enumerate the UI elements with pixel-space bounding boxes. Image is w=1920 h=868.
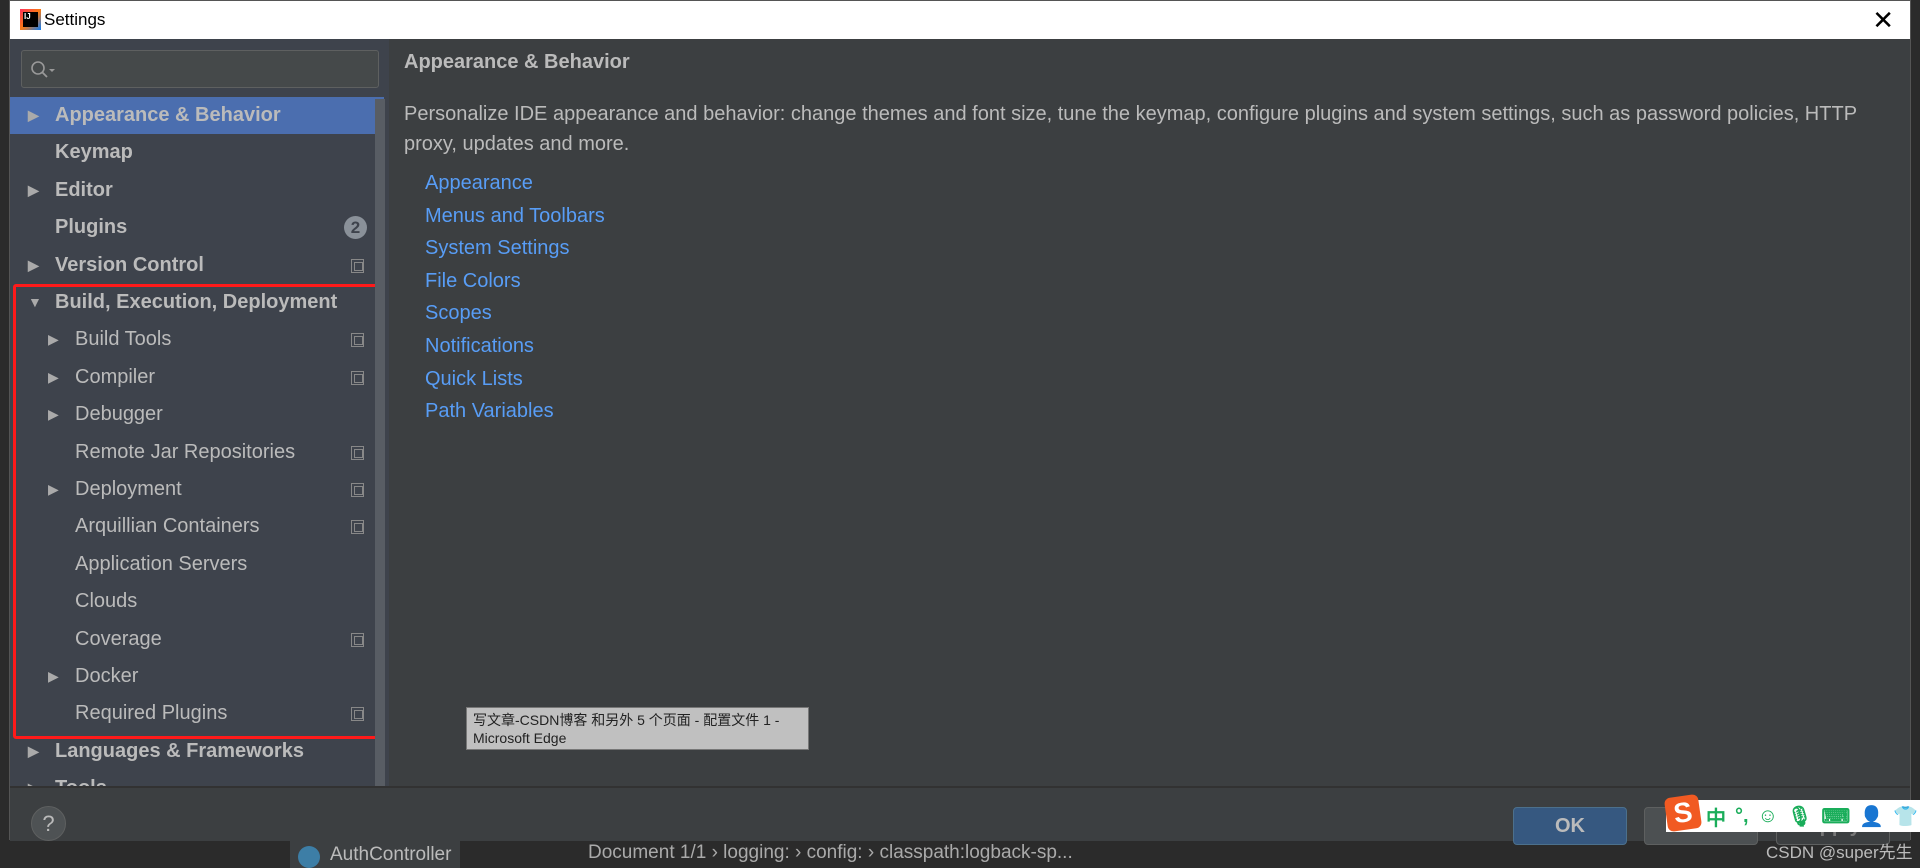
skin-icon[interactable]: 👕 (1893, 804, 1918, 829)
link-file-colors[interactable]: File Colors (425, 265, 605, 298)
editor-tab[interactable]: AuthController (290, 838, 460, 868)
class-icon (298, 846, 320, 868)
sidebar-item-label: Plugins (55, 216, 128, 239)
settings-tree: ▶ Appearance & Behavior Keymap ▶ Editor Plugi… (10, 39, 389, 786)
emoji-icon[interactable]: ☺ (1758, 805, 1778, 828)
close-icon[interactable]: ✕ (1872, 5, 1894, 36)
sidebar-scrollbar[interactable] (375, 99, 385, 786)
sidebar-item-label: Appearance & Behavior (55, 104, 281, 126)
link-quick-lists[interactable]: Quick Lists (425, 363, 605, 396)
page-title: Appearance & Behavior (404, 51, 630, 73)
page-description: Personalize IDE appearance and behavior:… (404, 103, 1857, 155)
watermark: CSDN @super先生 (1766, 843, 1913, 862)
ime-mode[interactable]: 中 (1706, 802, 1726, 831)
breadcrumb[interactable]: Document 1/1 › logging: › config: › clas… (588, 842, 1073, 864)
collapsed-arrow-icon[interactable]: ▶ (28, 172, 39, 209)
taskbar-tooltip: 写文章-CSDN博客 和另外 5 个页面 - 配置文件 1 - Microsof… (466, 707, 809, 750)
window-title: Settings (44, 10, 106, 29)
collapsed-arrow-icon[interactable]: ▶ (28, 247, 39, 284)
highlight-box (13, 284, 383, 739)
link-notifications[interactable]: Notifications (425, 330, 605, 363)
search-icon (31, 61, 55, 78)
intellij-logo-icon: IJ (20, 9, 41, 30)
search-input[interactable] (21, 50, 379, 88)
tooltip-line: 写文章-CSDN博客 和另外 5 个页面 - 配置文件 1 - (473, 712, 780, 728)
link-menus-and-toolbars[interactable]: Menus and Toolbars (425, 200, 605, 233)
link-scopes[interactable]: Scopes (425, 297, 605, 330)
help-button[interactable]: ? (31, 806, 66, 841)
keyboard-icon[interactable]: ⌨ (1821, 804, 1850, 829)
title-bar: IJ Settings ✕ (10, 1, 1910, 39)
microphone-icon[interactable]: 🎙 (1787, 804, 1812, 829)
dialog-footer: ? OK Cancel Apply (10, 786, 1910, 845)
project-settings-icon (351, 258, 364, 273)
tooltip-line: Microsoft Edge (473, 730, 567, 746)
sidebar-item-label: Version Control (55, 253, 204, 276)
sidebar-item-tools[interactable]: ▶ Tools (10, 770, 384, 786)
sidebar-item-appearance-behavior[interactable]: ▶ Appearance & Behavior (10, 97, 384, 134)
sidebar-item-label: Keymap (55, 141, 133, 164)
settings-dialog: IJ Settings ✕ ▶ Appearance & Behavior Keym… (9, 0, 1911, 845)
ime-punct[interactable]: °, (1735, 805, 1749, 828)
link-system-settings[interactable]: System Settings (425, 232, 605, 265)
background-ide: AuthController Document 1/1 › logging: ›… (0, 838, 1920, 868)
ok-button[interactable]: OK (1513, 807, 1627, 845)
user-icon[interactable]: 👤 (1859, 804, 1884, 829)
link-appearance[interactable]: Appearance (425, 167, 605, 200)
sogou-logo-icon[interactable]: S (1663, 793, 1703, 833)
content-panel: Appearance & Behavior Personalize IDE ap… (404, 39, 1910, 786)
subpage-links: Appearance Menus and Toolbars System Set… (425, 167, 605, 428)
sidebar-item-version-control[interactable]: ▶ Version Control (10, 247, 384, 284)
collapsed-arrow-icon[interactable]: ▶ (28, 770, 39, 786)
ime-toolbar[interactable]: S 中 °, ☺ 🎙 ⌨ 👤 👕 ▦ (1663, 793, 1920, 833)
update-count-badge: 2 (344, 216, 367, 240)
sidebar-item-label: Editor (55, 178, 113, 201)
sidebar-item-editor[interactable]: ▶ Editor (10, 172, 384, 209)
sidebar-item-label: Tools (55, 770, 107, 786)
link-path-variables[interactable]: Path Variables (425, 395, 605, 428)
sidebar-item-keymap[interactable]: Keymap (10, 134, 384, 171)
collapsed-arrow-icon[interactable]: ▶ (28, 97, 39, 134)
sidebar-item-plugins[interactable]: Plugins 2 (10, 209, 384, 246)
tab-label: AuthController (330, 844, 452, 865)
